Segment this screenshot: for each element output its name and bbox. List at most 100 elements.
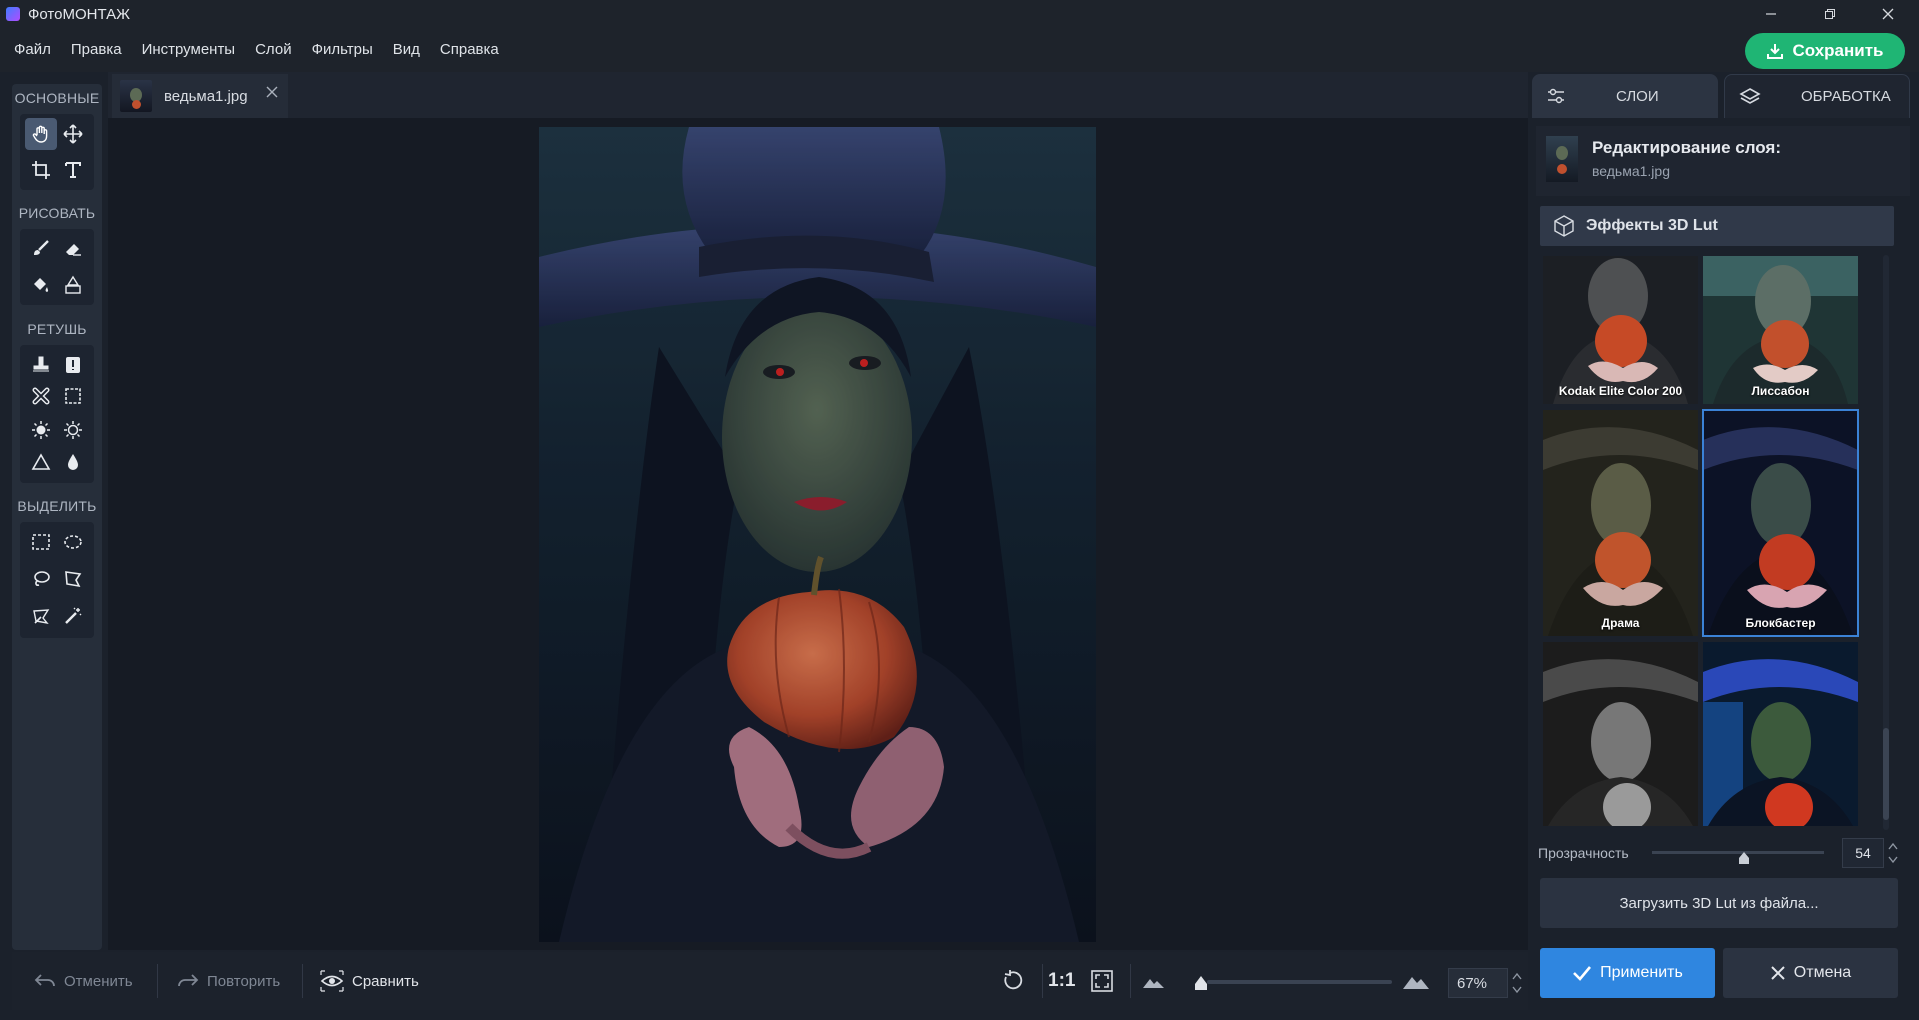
preset-label: Лиссабон xyxy=(1751,384,1810,398)
opacity-label: Прозрачность xyxy=(1538,845,1629,861)
tool-sharpen[interactable] xyxy=(25,446,57,478)
menu-edit[interactable]: Правка xyxy=(61,28,132,72)
tool-crop[interactable] xyxy=(25,154,57,186)
opacity-slider-thumb[interactable] xyxy=(1739,852,1749,864)
sun-icon xyxy=(32,421,50,439)
paint-bucket-icon xyxy=(34,278,49,292)
document-thumbnail xyxy=(120,80,152,112)
preset-thumbnail xyxy=(1543,256,1698,404)
cancel-button[interactable]: Отмена xyxy=(1723,948,1898,998)
tool-move[interactable] xyxy=(57,118,89,150)
tool-stamp[interactable] xyxy=(25,349,57,381)
triangle-icon xyxy=(31,453,51,470)
menu-help[interactable]: Справка xyxy=(430,28,509,72)
menu-file[interactable]: Файл xyxy=(4,28,61,72)
zoom-spinner-icon[interactable] xyxy=(1512,970,1522,996)
tool-patch[interactable] xyxy=(25,380,57,412)
tool-eraser[interactable] xyxy=(57,233,89,265)
tool-blur[interactable] xyxy=(57,446,89,478)
zoom-slider-thumb[interactable] xyxy=(1195,976,1207,990)
menu-view[interactable]: Вид xyxy=(383,28,430,72)
preset-thumbnail xyxy=(1703,410,1858,636)
menu-filters[interactable]: Фильтры xyxy=(302,28,383,72)
tool-rect-select[interactable] xyxy=(25,526,57,558)
tool-magnetic-lasso[interactable] xyxy=(25,600,57,632)
tool-brush[interactable] xyxy=(25,233,57,265)
restore-button[interactable] xyxy=(1802,0,1858,28)
document-close-button[interactable] xyxy=(266,86,278,98)
preset-card[interactable] xyxy=(1703,642,1858,826)
preset-thumbnail xyxy=(1703,642,1858,826)
zoom-input[interactable]: 67% xyxy=(1448,968,1508,998)
preset-card[interactable]: Kodak Elite Color 200 xyxy=(1543,256,1698,404)
download-icon xyxy=(1767,44,1784,59)
rotate-button[interactable] xyxy=(1000,952,1024,1010)
tool-lasso[interactable] xyxy=(25,563,57,595)
frame-icon xyxy=(65,388,81,404)
opacity-spinner-icon[interactable] xyxy=(1888,840,1898,866)
status-bar: Отменить Повторить Сравнить 1:1 67% xyxy=(12,952,1528,1010)
zoom-in-button[interactable] xyxy=(1402,952,1430,1010)
hand-icon xyxy=(32,125,48,143)
preset-card[interactable] xyxy=(1543,642,1698,826)
compare-button[interactable]: Сравнить xyxy=(320,952,419,1010)
actual-size-button[interactable]: 1:1 xyxy=(1048,952,1075,1010)
close-icon xyxy=(266,86,278,98)
tools-heading-retouch: РЕТУШЬ xyxy=(27,321,87,337)
zoom-slider-track[interactable] xyxy=(1207,980,1392,984)
tool-fill[interactable] xyxy=(25,269,57,301)
layer-edit-title: Редактирование слоя: xyxy=(1592,138,1782,157)
layer-edit-header: Редактирование слоя: ведьма1.jpg xyxy=(1536,126,1910,196)
tool-darken[interactable] xyxy=(57,414,89,446)
tab-layers-label: СЛОИ xyxy=(1616,87,1659,105)
tool-hand[interactable] xyxy=(25,118,57,150)
tool-text[interactable] xyxy=(57,154,89,186)
text-icon xyxy=(65,162,81,178)
tab-processing[interactable]: ОБРАБОТКА xyxy=(1724,74,1910,118)
healing-icon xyxy=(66,357,80,373)
fit-screen-button[interactable] xyxy=(1090,952,1114,1010)
tab-processing-label: ОБРАБОТКА xyxy=(1801,88,1891,105)
effects-section-header[interactable]: Эффекты 3D Lut xyxy=(1540,206,1894,246)
apply-button[interactable]: Применить xyxy=(1540,948,1715,998)
witch-photo xyxy=(539,127,1096,942)
close-window-button[interactable] xyxy=(1860,0,1916,28)
check-icon xyxy=(1573,966,1592,981)
tool-ellipse-select[interactable] xyxy=(57,526,89,558)
opacity-slider-track[interactable] xyxy=(1652,851,1824,854)
undo-button[interactable]: Отменить xyxy=(34,952,133,1010)
tool-healing[interactable] xyxy=(57,349,89,381)
polygon-lasso-icon xyxy=(65,571,82,588)
tool-polygon-lasso[interactable] xyxy=(57,563,89,595)
eraser-icon xyxy=(66,244,81,256)
layer-file-name: ведьма1.jpg xyxy=(1592,163,1670,179)
zoom-out-button[interactable] xyxy=(1142,952,1166,1010)
tab-layers[interactable]: СЛОИ xyxy=(1532,74,1718,118)
save-button[interactable]: Сохранить xyxy=(1745,33,1905,69)
menu-tools[interactable]: Инструменты xyxy=(132,28,246,72)
app-logo-icon xyxy=(6,7,20,21)
presets-scrollbar-thumb[interactable] xyxy=(1883,728,1889,820)
sun-outline-icon xyxy=(64,421,82,439)
preset-thumbnail xyxy=(1543,410,1698,636)
redo-button[interactable]: Повторить xyxy=(177,952,280,1010)
tool-magic-wand[interactable] xyxy=(57,600,89,632)
tool-frame[interactable] xyxy=(57,380,89,412)
menu-layer[interactable]: Слой xyxy=(245,28,301,72)
minimize-button[interactable] xyxy=(1743,0,1799,28)
document-tab[interactable]: ведьма1.jpg xyxy=(112,74,288,118)
tool-shapes[interactable] xyxy=(57,269,89,301)
tools-heading-main: ОСНОВНЫЕ xyxy=(14,90,100,106)
tool-lighten[interactable] xyxy=(25,414,57,446)
preset-card-selected[interactable]: Блокбастер xyxy=(1702,409,1859,637)
tool-box: ОСНОВНЫЕ РИСОВАТЬ РЕТУШЬ ВЫДЕЛИТЬ xyxy=(12,84,102,950)
document-tab-label: ведьма1.jpg xyxy=(164,87,248,105)
canvas-image[interactable] xyxy=(539,127,1096,942)
load-lut-button[interactable]: Загрузить 3D Lut из файла... xyxy=(1540,878,1898,928)
preset-card[interactable]: Драма xyxy=(1543,410,1698,636)
redo-label: Повторить xyxy=(207,972,281,990)
opacity-value: 54 xyxy=(1855,845,1871,861)
rotate-icon xyxy=(1004,970,1023,990)
opacity-input[interactable]: 54 xyxy=(1842,838,1884,868)
preset-card[interactable]: Лиссабон xyxy=(1703,256,1858,404)
